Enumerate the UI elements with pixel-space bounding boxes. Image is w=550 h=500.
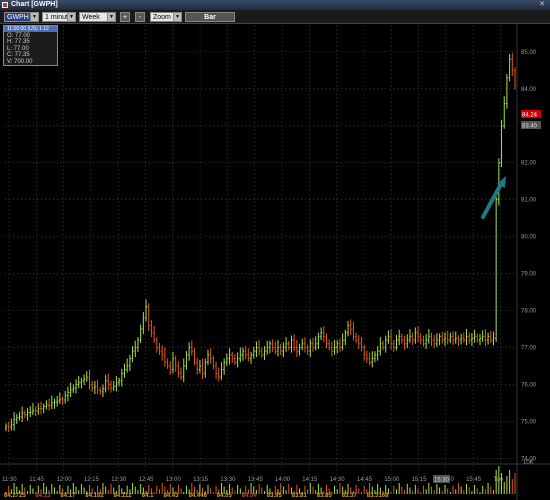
range-select[interactable]: Week ▼ <box>79 12 116 22</box>
ticker-price: 84.112 <box>114 493 133 499</box>
price-tick-label: 84.00 <box>521 87 537 93</box>
ticker-price: 83.37 <box>342 493 358 499</box>
interval-select[interactable]: 1 minute ▼ <box>42 12 76 22</box>
crosshair-time-label: 15:30 <box>434 478 450 484</box>
time-tick-label: 14:45 <box>357 477 373 483</box>
time-tick-label: 13:30 <box>220 477 236 483</box>
price-tick-label: 75.00 <box>521 419 537 425</box>
ticker-price: 84.2725 <box>4 493 26 499</box>
ticker-price: 84.102 <box>85 493 104 499</box>
bar-style-button[interactable]: Bar <box>185 12 235 22</box>
price-tick-label: 76.00 <box>521 382 537 388</box>
price-ticker-row: 84.2725 84.13 84.17 84.102 84.112 84.1 84.43 84… <box>4 493 389 499</box>
price-tick-label: 82.00 <box>521 161 537 167</box>
zoom-select[interactable]: Zoom ▼ <box>150 12 182 22</box>
secondary-price-marker: 83.40 <box>521 121 541 130</box>
symbol-value: GWPH <box>7 14 29 21</box>
ohlc-volume: V: 700.00 <box>7 58 33 65</box>
chart-background <box>0 24 550 500</box>
time-tick-label: 14:30 <box>330 477 346 483</box>
zoom-value: Zoom <box>153 14 171 21</box>
volume-tick-label: 10K <box>523 460 534 466</box>
ohlc-info-box: 11:00:00 (US) 1:12 O: 77.00 H: 77.35 L: … <box>3 25 58 66</box>
time-tick-label: 13:00 <box>166 477 182 483</box>
time-tick-label: 11:30 <box>2 477 17 483</box>
symbol-select[interactable]: GWPH ▼ <box>4 12 39 22</box>
app-icon <box>2 2 8 8</box>
time-tick-label: 12:15 <box>84 477 100 483</box>
crosshair-time-marker: 15:30 <box>433 475 450 484</box>
chevron-down-icon[interactable]: ▼ <box>107 13 115 21</box>
ticker-price: 84.446 <box>189 493 208 499</box>
ticker-price: 84.17 <box>60 493 76 499</box>
ticker-price: 83.85 <box>317 493 333 499</box>
time-tick-label: 12:30 <box>111 477 127 483</box>
price-tick-label: 79.00 <box>521 272 537 278</box>
price-tick-label: 81.00 <box>521 198 537 204</box>
time-tick-label: 11:45 <box>29 477 44 483</box>
ticker-price: 83.95 <box>267 493 283 499</box>
zoom-out-button[interactable]: - <box>135 12 145 22</box>
price-tick-label: 78.00 <box>521 309 537 315</box>
time-tick-label: 12:45 <box>139 477 155 483</box>
toolbar: GWPH ▼ 1 minute ▼ Week ▼ + - Zoom ▼ Bar <box>0 10 550 24</box>
time-tick-label: 15:00 <box>384 477 400 483</box>
time-tick-label: 12:00 <box>57 477 73 483</box>
price-tick-label: 77.00 <box>521 345 537 351</box>
zoom-in-button[interactable]: + <box>120 12 130 22</box>
ticker-price: 84.04 <box>242 493 258 499</box>
price-tick-label: 80.00 <box>521 235 537 241</box>
ticker-price: 84.1 <box>142 493 154 499</box>
secondary-price-label: 83.40 <box>522 124 538 130</box>
close-icon[interactable]: ✕ <box>537 1 547 9</box>
current-price-marker: 84.24 <box>521 110 541 119</box>
ticker-price: 84.13 <box>35 493 51 499</box>
price-chart[interactable]: 85.0084.0083.0082.0081.0080.0079.0078.00… <box>0 24 550 500</box>
price-tick-label: 85.00 <box>521 50 537 56</box>
current-price-label: 84.24 <box>522 113 538 119</box>
ticker-price: 83.81 <box>292 493 308 499</box>
time-tick-label: 13:45 <box>248 477 264 483</box>
chevron-down-icon[interactable]: ▼ <box>67 13 75 21</box>
time-tick-label: 13:15 <box>193 477 209 483</box>
ticker-price: 84.05 <box>217 493 233 499</box>
time-tick-label: 15:45 <box>466 477 482 483</box>
ticker-price: 84.43 <box>164 493 180 499</box>
ohlc-header: 11:00:00 (US) 1:12 <box>4 26 57 32</box>
chevron-down-icon[interactable]: ▼ <box>173 13 181 21</box>
ticker-price: 83.3168 <box>367 493 389 499</box>
time-tick-label: 14:00 <box>275 477 291 483</box>
window-titlebar: Chart [GWPH] ✕ <box>0 0 550 10</box>
time-tick-label: 15:15 <box>412 477 428 483</box>
time-tick-label: 14:15 <box>302 477 318 483</box>
window-title: Chart [GWPH] <box>11 1 58 8</box>
chevron-down-icon[interactable]: ▼ <box>30 13 38 21</box>
range-value: Week <box>82 14 100 21</box>
